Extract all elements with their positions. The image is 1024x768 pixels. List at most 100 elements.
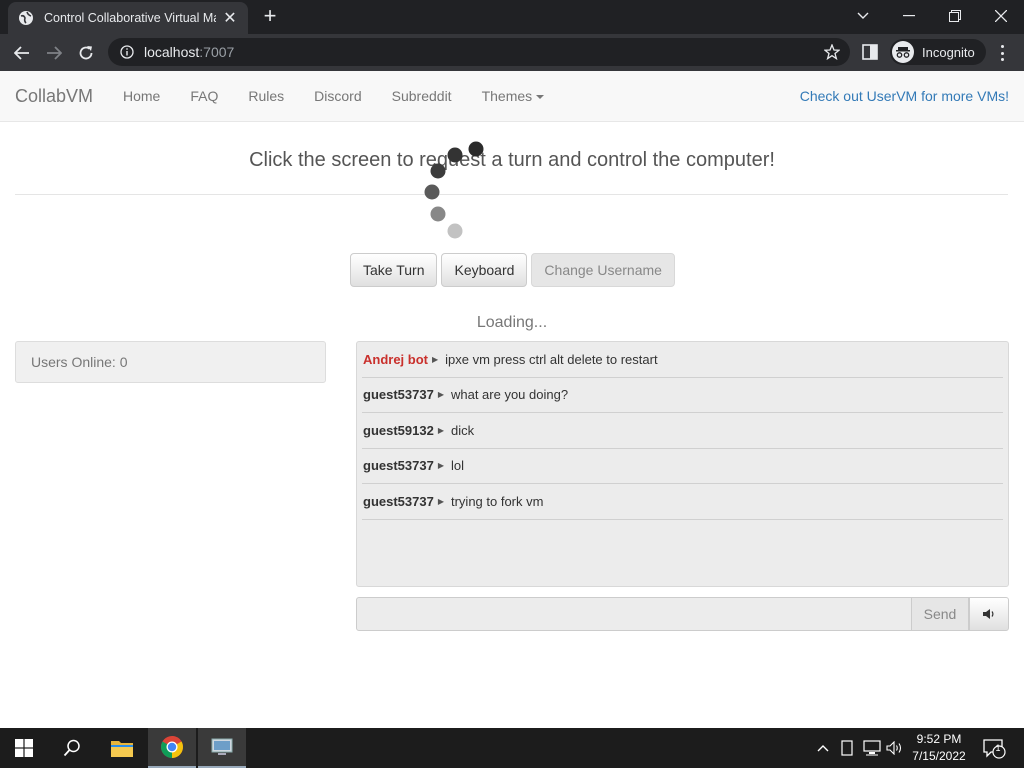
chat-text: lol [450, 458, 464, 474]
nav-faq[interactable]: FAQ [175, 71, 233, 121]
forward-arrow-icon [47, 46, 62, 60]
volume-tray-button[interactable] [884, 728, 906, 768]
clock-date: 7/15/2022 [912, 749, 966, 763]
address-bar[interactable]: localhost:7007 [108, 38, 850, 66]
change-username-button[interactable]: Change Username [531, 253, 675, 287]
vm-button-group: Take Turn Keyboard Change Username [350, 253, 679, 287]
restore-icon [949, 10, 961, 22]
chat-text: what are you doing? [450, 387, 569, 403]
nav-discord[interactable]: Discord [299, 71, 376, 121]
show-hidden-icons-button[interactable] [812, 728, 834, 768]
chat-message: guest53737 ▶ trying to fork vm [362, 484, 1003, 520]
chat-message: guest53737 ▶ what are you doing? [362, 378, 1003, 413]
reload-icon [79, 46, 93, 60]
back-arrow-icon [14, 46, 29, 60]
nav-links: Home FAQ Rules Discord Subreddit Themes [108, 71, 559, 121]
take-turn-button[interactable]: Take Turn [350, 253, 438, 287]
chrome-icon [161, 736, 183, 758]
chrome-taskbar-button[interactable] [148, 728, 196, 768]
chat-message: guest59132 ▶ dick [362, 413, 1003, 449]
clock-time: 9:52 PM [916, 732, 962, 746]
nav-home[interactable]: Home [108, 71, 175, 121]
send-button[interactable]: Send [911, 597, 969, 631]
chat-username: Andrej bot [363, 351, 428, 367]
browser-tab[interactable]: Control Collaborative Virtual Mac ✕ [8, 2, 248, 34]
loading-text: Loading... [476, 314, 548, 331]
caret-down-icon [536, 95, 545, 100]
site-brand[interactable]: CollabVM [15, 86, 93, 107]
remote-desktop-icon [211, 738, 233, 755]
nav-themes-dropdown[interactable]: Themes [467, 71, 560, 121]
start-button[interactable] [0, 728, 48, 768]
users-online-panel: Users Online: 0 [15, 341, 326, 383]
new-tab-button[interactable]: + [258, 5, 282, 29]
nav-rules[interactable]: Rules [233, 71, 299, 121]
browser-tab-strip: Control Collaborative Virtual Mac ✕ + [0, 0, 1024, 34]
minimize-button[interactable] [886, 0, 932, 32]
tablet-icon [841, 740, 853, 756]
tablet-tray-button[interactable] [836, 728, 858, 768]
incognito-icon [892, 41, 914, 63]
remote-desktop-taskbar-button[interactable] [198, 728, 246, 768]
chat-panel: Andrej bot ▶ ipxe vm press ctrl alt dele… [356, 341, 1009, 587]
network-tray-button[interactable] [860, 728, 884, 768]
minimize-icon [903, 15, 915, 17]
caret-right-icon: ▶ [437, 425, 444, 435]
volume-icon [886, 741, 902, 755]
caret-right-icon: ▶ [437, 496, 444, 506]
divider [15, 194, 1008, 195]
search-icon [63, 739, 80, 757]
back-button[interactable] [8, 39, 36, 67]
chevron-up-icon [817, 745, 829, 752]
windows-taskbar: 9:52 PM 7/15/2022 1 [0, 728, 1024, 768]
chevron-down-icon [857, 12, 869, 19]
chat-input[interactable] [356, 597, 912, 631]
taskbar-clock[interactable]: 9:52 PM 7/15/2022 [904, 731, 974, 765]
speaker-icon [983, 609, 994, 619]
uservm-link[interactable]: Check out UserVM for more VMs! [800, 71, 1009, 121]
volume-button[interactable] [969, 597, 1009, 631]
tab-search-button[interactable] [840, 0, 886, 32]
incognito-label: Incognito [922, 44, 975, 60]
caret-right-icon: ▶ [432, 354, 439, 364]
info-icon[interactable] [120, 45, 134, 59]
chat-message: Andrej bot ▶ ipxe vm press ctrl alt dele… [362, 342, 1003, 378]
collabvm-page: CollabVM Home FAQ Rules Discord Subreddi… [0, 71, 1024, 728]
side-panel-icon[interactable] [862, 44, 878, 60]
url-port: :7007 [199, 44, 235, 60]
reload-button[interactable] [72, 39, 100, 67]
chat-username: guest59132 [363, 422, 434, 438]
site-navbar: CollabVM Home FAQ Rules Discord Subreddi… [0, 71, 1024, 122]
nav-themes-label: Themes [481, 88, 533, 104]
browser-menu-icon[interactable] [996, 43, 1008, 63]
notification-count: 1 [995, 743, 1001, 753]
url-host: localhost [144, 44, 200, 60]
bookmark-star-icon[interactable] [824, 44, 840, 60]
search-button[interactable] [48, 728, 96, 768]
restore-button[interactable] [932, 0, 978, 32]
chat-text: trying to fork vm [450, 493, 544, 509]
network-icon [863, 740, 881, 756]
chat-text: dick [450, 422, 475, 438]
close-tab-icon[interactable]: ✕ [222, 8, 238, 28]
chat-username: guest53737 [363, 387, 434, 403]
close-icon [995, 10, 1007, 22]
chat-text: ipxe vm press ctrl alt delete to restart [445, 351, 658, 367]
action-center-button[interactable]: 1 [980, 728, 1010, 768]
caret-right-icon: ▶ [437, 390, 444, 400]
tab-title: Control Collaborative Virtual Mac [44, 11, 216, 25]
close-window-button[interactable] [978, 0, 1024, 32]
chat-message: guest53737 ▶ lol [362, 449, 1003, 484]
forward-button[interactable] [40, 39, 68, 67]
nav-subreddit[interactable]: Subreddit [377, 71, 467, 121]
browser-toolbar: localhost:7007 Incognito [0, 34, 1024, 71]
globe-icon [19, 11, 33, 25]
folder-icon [111, 741, 133, 757]
users-online-count: Users Online: 0 [31, 354, 128, 370]
incognito-badge[interactable]: Incognito [890, 39, 986, 65]
keyboard-button[interactable]: Keyboard [441, 253, 528, 287]
chat-username: guest53737 [363, 458, 434, 474]
file-explorer-button[interactable] [98, 728, 146, 768]
windows-logo-icon [15, 739, 33, 757]
caret-right-icon: ▶ [437, 461, 444, 471]
